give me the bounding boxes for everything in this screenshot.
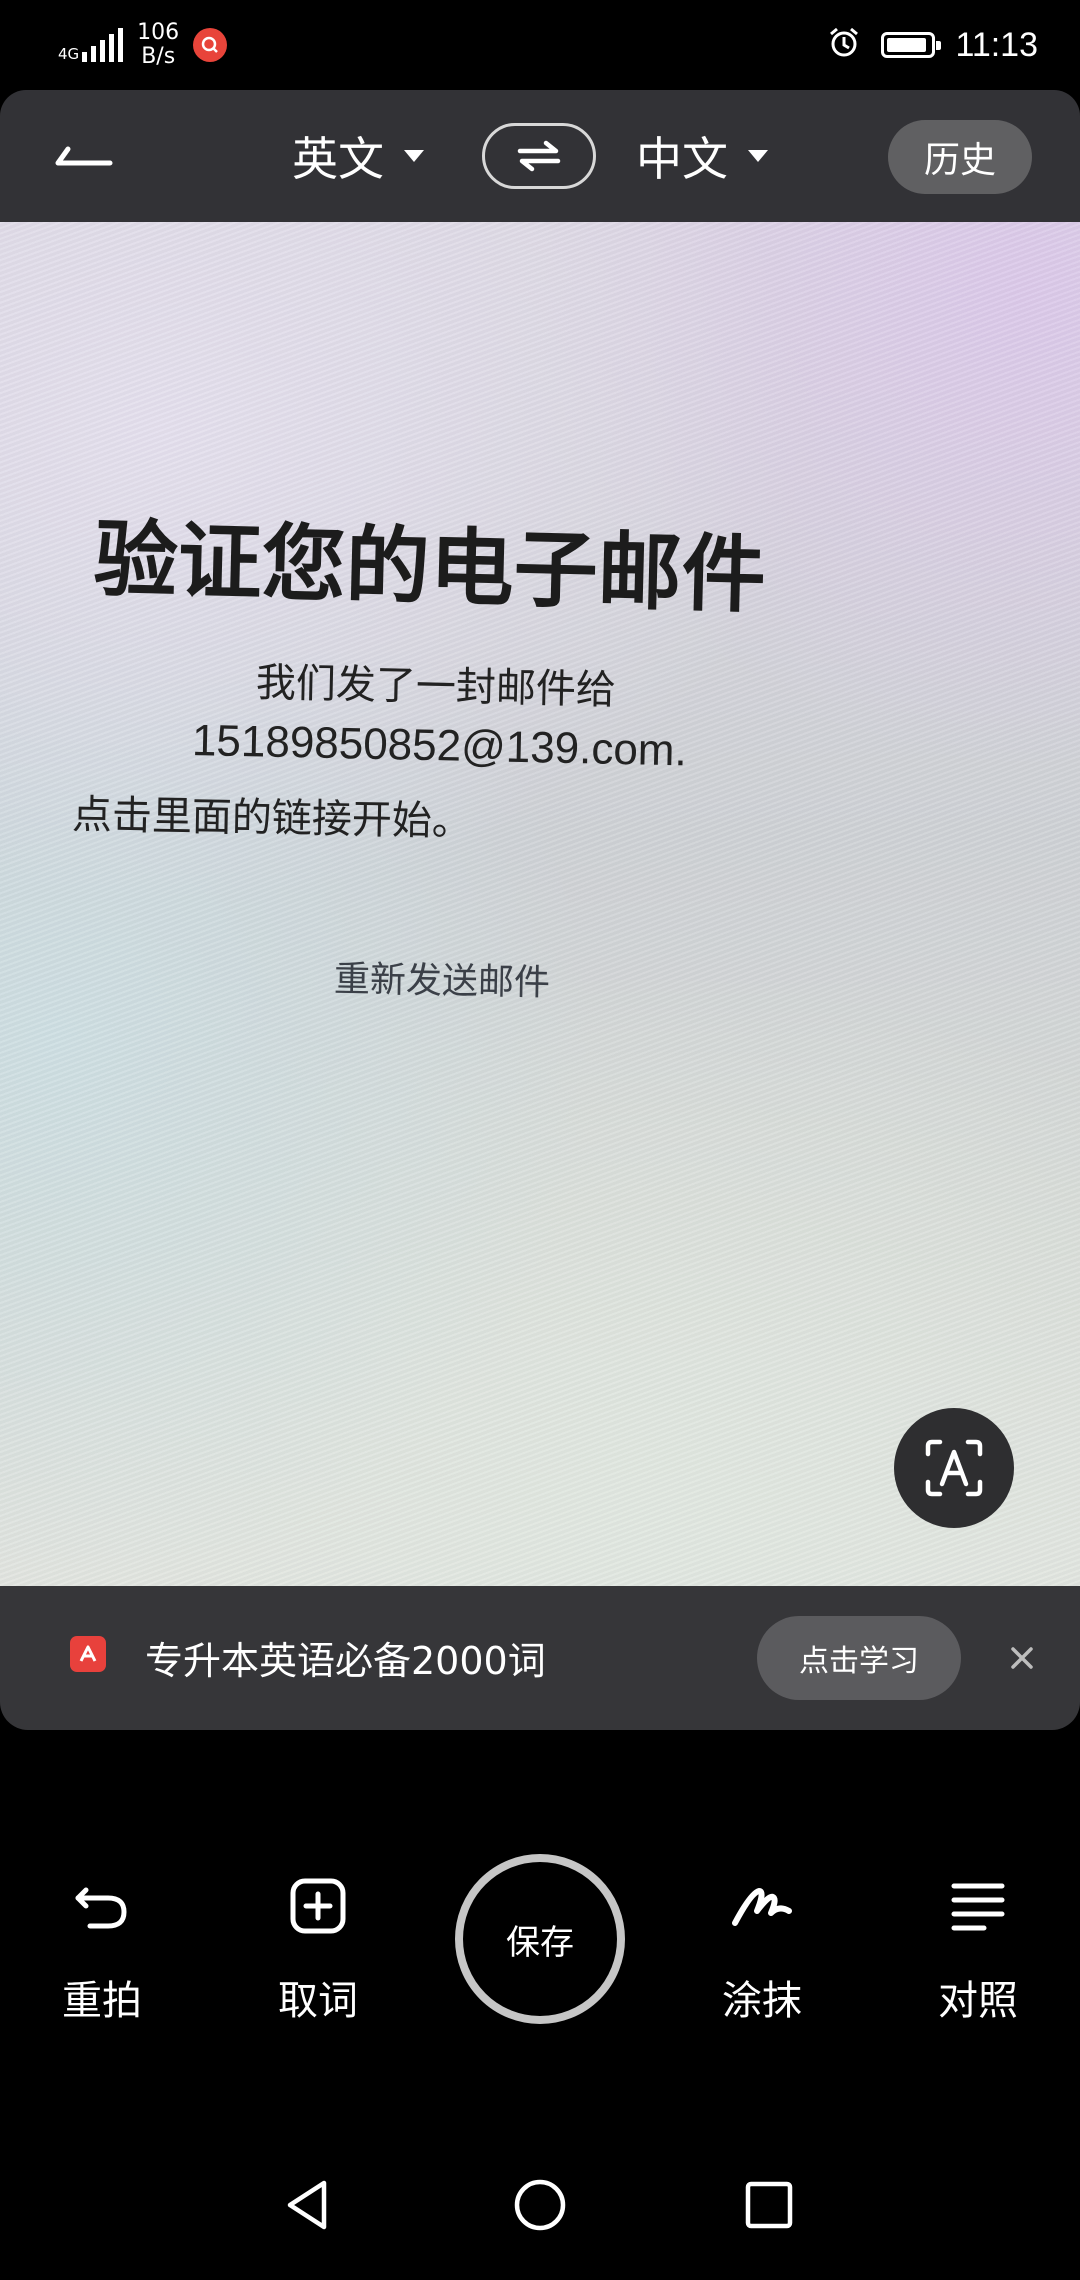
network-speed: 106 B/s (137, 21, 179, 69)
retake-label: 重拍 (62, 1978, 142, 2024)
undo-icon (66, 1870, 138, 1942)
alarm-icon (827, 26, 861, 64)
recents-square-icon (745, 2181, 793, 2229)
lines-icon (942, 1870, 1014, 1942)
source-language-selector[interactable]: 英文 (292, 118, 424, 194)
target-language-label: 中文 (636, 132, 728, 186)
signal-icon (82, 28, 124, 62)
speed-unit: B/s (141, 44, 176, 69)
close-icon (1011, 1647, 1033, 1669)
status-right: 11:13 (827, 22, 1038, 68)
photo-text-line[interactable]: 点击里面的链接开始。 (71, 782, 473, 847)
brush-stroke-icon (726, 1870, 798, 1942)
add-square-icon (282, 1870, 354, 1942)
text-recognition-icon (925, 1439, 983, 1497)
nav-back-button[interactable] (272, 2170, 342, 2240)
pick-word-label: 取词 (278, 1978, 358, 2024)
speed-value: 106 (137, 20, 180, 45)
battery-icon (881, 32, 942, 58)
translation-header: 英文 中文 历史 (0, 90, 1080, 222)
system-nav-bar (0, 2130, 1080, 2280)
erase-label: 涂抹 (722, 1978, 802, 2024)
erase-button[interactable]: 涂抹 (682, 1870, 842, 2026)
status-left: 4G 106 B/s (58, 20, 228, 70)
swap-languages-button[interactable] (482, 123, 596, 189)
status-bar: 4G 106 B/s 11:13 (0, 0, 1080, 90)
nav-recents-button[interactable] (734, 2170, 804, 2240)
signal-indicator: 4G (58, 28, 124, 63)
swap-icon (517, 140, 561, 172)
retake-button[interactable]: 重拍 (22, 1870, 182, 2026)
app-notification-icon (193, 28, 228, 62)
screen-moire-texture (0, 222, 1080, 1586)
network-type: 4G (58, 45, 80, 63)
home-circle-icon (514, 2179, 566, 2231)
target-language-selector[interactable]: 中文 (636, 118, 768, 194)
battery-fill (887, 38, 926, 52)
clock: 11:13 (955, 25, 1038, 64)
source-language-label: 英文 (292, 132, 384, 186)
nav-home-button[interactable] (505, 2170, 575, 2240)
app-logo-icon (70, 1636, 106, 1672)
photo-text-line[interactable]: 我们发了一封邮件给 (255, 650, 616, 716)
promo-text: 专升本英语必备2000词 (145, 1639, 546, 1683)
compare-button[interactable]: 对照 (898, 1870, 1058, 2026)
text-recognition-button[interactable] (894, 1408, 1014, 1528)
photo-email-text[interactable]: 15189850852@139.com. (191, 716, 687, 776)
history-button[interactable]: 历史 (888, 120, 1032, 194)
save-button[interactable]: 保存 (455, 1854, 625, 2024)
close-banner-button[interactable] (1000, 1636, 1044, 1680)
promo-banner[interactable]: 专升本英语必备2000词 点击学习 (0, 1586, 1080, 1730)
back-button[interactable] (40, 120, 130, 192)
compare-label: 对照 (938, 1978, 1018, 2024)
caret-down-icon (404, 150, 424, 162)
photo-resend-text[interactable]: 重新发送邮件 (334, 950, 551, 1006)
captured-photo[interactable]: 验证您的电子邮件 我们发了一封邮件给 15189850852@139.com. … (0, 222, 1080, 1586)
caret-down-icon (748, 150, 768, 162)
start-learning-button[interactable]: 点击学习 (757, 1616, 961, 1700)
pick-word-button[interactable]: 取词 (238, 1870, 398, 2026)
photo-title-text[interactable]: 验证您的电子邮件 (93, 492, 768, 629)
bottom-toolbar: 重拍 取词 保存 涂抹 对照 (0, 1730, 1080, 2130)
back-triangle-icon (287, 2180, 327, 2230)
back-arrow-icon (55, 146, 113, 166)
